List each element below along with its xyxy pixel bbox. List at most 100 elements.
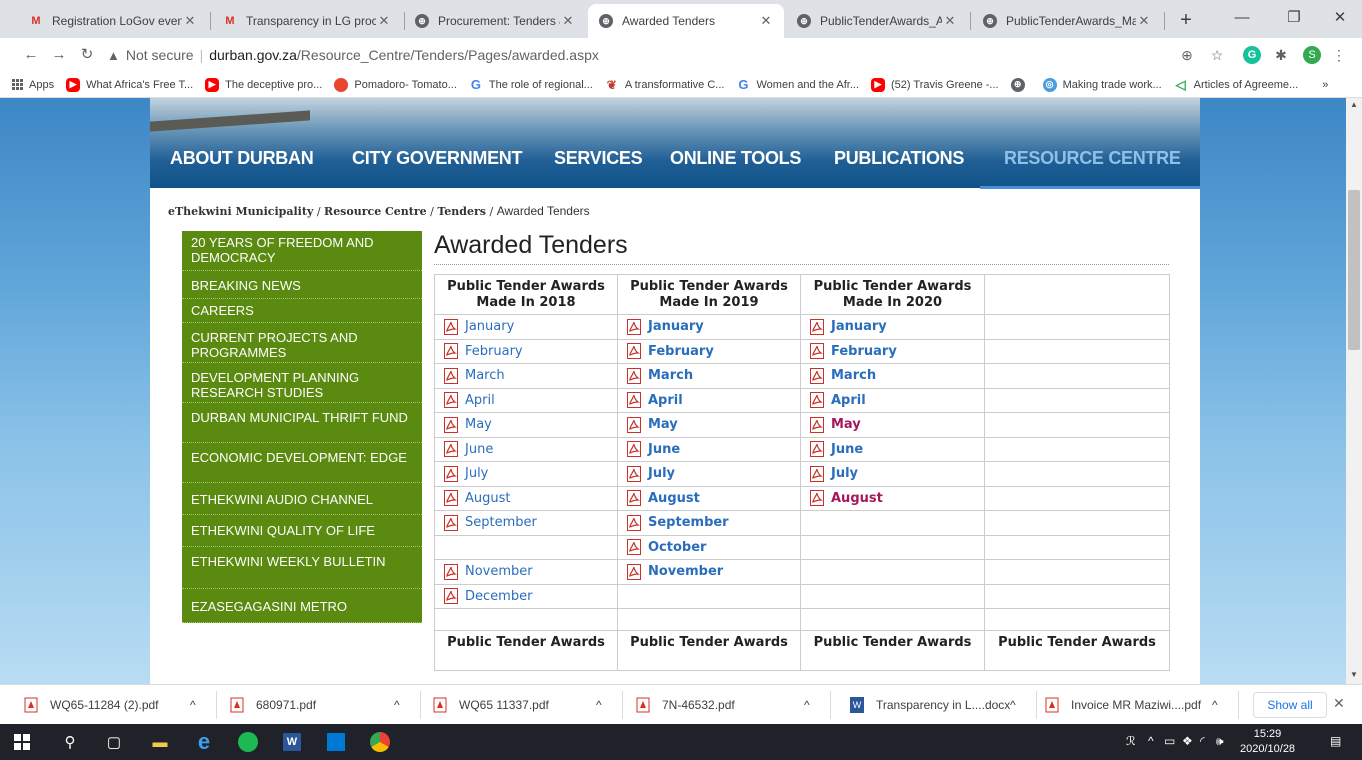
wifi-icon[interactable]: ◜	[1200, 734, 1205, 748]
internet-explorer-icon[interactable]: e	[192, 729, 216, 754]
pdf-month-link[interactable]: May	[809, 416, 976, 433]
close-tab-icon[interactable]: ✕	[758, 13, 774, 29]
pdf-month-link[interactable]: November	[626, 563, 792, 580]
bookmark-item[interactable]: G The role of regional...	[469, 77, 593, 92]
sidebar-item-careers[interactable]: CAREERS	[182, 299, 422, 323]
pdf-month-link[interactable]: April	[626, 392, 792, 409]
browser-tab-6[interactable]: ⊕ PublicTenderAwards_May202 ✕	[972, 4, 1162, 38]
breadcrumb-link[interactable]: Resource Centre	[324, 205, 427, 218]
pdf-month-link[interactable]: January	[443, 318, 609, 335]
browser-tab-2[interactable]: M Transparency in LG procurem ✕	[212, 4, 402, 38]
pdf-month-link[interactable]: June	[443, 441, 609, 458]
pdf-month-link[interactable]: April	[443, 392, 609, 409]
sidebar-item-quality-of-life[interactable]: ETHEKWINI QUALITY OF LIFE	[182, 515, 422, 547]
pdf-month-link[interactable]: May	[443, 416, 609, 433]
profile-avatar-icon[interactable]: S	[1303, 46, 1321, 64]
download-item[interactable]: Invoice MR Maziwi....pdf	[1045, 685, 1201, 725]
scroll-down-arrow-icon[interactable]: ▼	[1350, 670, 1358, 679]
extensions-puzzle-icon[interactable]: ✱	[1272, 46, 1290, 64]
system-clock[interactable]: 15:29 2020/10/28	[1240, 727, 1295, 757]
sidebar-item-development-planning[interactable]: DEVELOPMENT PLANNING RESEARCH STUDIES	[182, 363, 422, 403]
pdf-month-link[interactable]: August	[443, 490, 609, 507]
battery-icon[interactable]: ▭	[1164, 734, 1175, 748]
minimize-icon[interactable]: —	[1220, 4, 1264, 32]
zoom-icon[interactable]: ⊕	[1178, 46, 1196, 64]
windows-start-icon[interactable]	[10, 730, 34, 754]
sidebar-item-ezasegagasini[interactable]: EZASEGAGASINI METRO	[182, 589, 422, 623]
scrollbar-thumb[interactable]	[1348, 190, 1360, 350]
forward-arrow-icon[interactable]: →	[46, 42, 72, 68]
sidebar-item-weekly-bulletin[interactable]: ETHEKWINI WEEKLY BULLETIN	[182, 547, 422, 589]
pdf-month-link[interactable]: June	[809, 441, 976, 458]
bookmarks-overflow-button[interactable]: »	[1322, 79, 1328, 91]
browser-tab-active[interactable]: ⊕ Awarded Tenders ✕	[588, 4, 784, 38]
pdf-month-link[interactable]: March	[626, 367, 792, 384]
bookmark-item[interactable]: ◎ Making trade work...	[1042, 77, 1162, 92]
pdf-month-link[interactable]: August	[626, 490, 792, 507]
bookmark-item[interactable]: Pomadoro- Tomato...	[334, 77, 457, 92]
close-tab-icon[interactable]: ✕	[1136, 13, 1152, 29]
pdf-month-link[interactable]: April	[809, 392, 976, 409]
pdf-month-link[interactable]: September	[443, 514, 609, 531]
browser-tab-3[interactable]: ⊕ Procurement: Tenders & Req ✕	[404, 4, 586, 38]
pdf-month-link[interactable]: December	[443, 588, 609, 605]
download-options-chevron-icon[interactable]: ^	[1212, 685, 1218, 725]
pdf-month-link[interactable]: July	[809, 465, 976, 482]
pdf-month-link[interactable]: March	[809, 367, 976, 384]
bookmark-item[interactable]: ❦ A transformative C...	[605, 78, 725, 92]
chrome-icon[interactable]	[368, 730, 392, 754]
page-scrollbar[interactable]: ▲ ▼	[1346, 98, 1362, 684]
pdf-month-link[interactable]: February	[809, 343, 976, 360]
download-item[interactable]: 7N-46532.pdf	[636, 685, 735, 725]
word-icon[interactable]: W	[280, 730, 304, 754]
bookmark-item[interactable]: ▶ (52) Travis Greene -...	[871, 77, 999, 92]
download-options-chevron-icon[interactable]: ^	[394, 685, 400, 725]
close-tab-icon[interactable]: ✕	[560, 13, 576, 29]
pdf-month-link[interactable]: July	[443, 465, 609, 482]
breadcrumb-link[interactable]: Tenders	[437, 205, 486, 218]
nav-services[interactable]: SERVICES	[554, 148, 643, 169]
nav-about-durban[interactable]: ABOUT DURBAN	[170, 148, 314, 169]
nav-online-tools[interactable]: ONLINE TOOLS	[670, 148, 801, 169]
sidebar-item-breaking-news[interactable]: BREAKING NEWS	[182, 271, 422, 299]
file-explorer-icon[interactable]: ▬	[148, 730, 172, 754]
pdf-month-link[interactable]: October	[626, 539, 792, 556]
nav-city-government[interactable]: CITY GOVERNMENT	[352, 148, 522, 169]
pdf-month-link[interactable]: June	[626, 441, 792, 458]
reload-icon[interactable]: ↻	[74, 42, 100, 68]
download-options-chevron-icon[interactable]: ^	[1010, 685, 1016, 725]
close-tab-icon[interactable]: ✕	[376, 13, 392, 29]
close-tab-icon[interactable]: ✕	[942, 13, 958, 29]
bookmark-apps[interactable]: Apps	[12, 79, 54, 91]
download-options-chevron-icon[interactable]: ^	[596, 685, 602, 725]
bookmark-item[interactable]: ⊕	[1010, 77, 1031, 92]
sidebar-item-current-projects[interactable]: CURRENT PROJECTS AND PROGRAMMES	[182, 323, 422, 363]
show-all-downloads-button[interactable]: Show all	[1253, 692, 1327, 718]
pdf-month-link[interactable]: November	[443, 563, 609, 580]
download-item[interactable]: WQ65 11337.pdf	[433, 685, 549, 725]
close-tab-icon[interactable]: ✕	[182, 13, 198, 29]
browser-tab-1[interactable]: M Registration LoGov events - ✕	[18, 4, 208, 38]
new-tab-button[interactable]: +	[1173, 8, 1199, 34]
notifications-icon[interactable]: ▤	[1330, 734, 1341, 748]
pdf-month-link[interactable]: January	[626, 318, 792, 335]
bookmark-item[interactable]: ◁ Articles of Agreeme...	[1174, 77, 1299, 92]
pdf-month-link[interactable]: July	[626, 465, 792, 482]
pdf-month-link[interactable]: August	[809, 490, 976, 507]
sidebar-item-20-years[interactable]: 20 YEARS OF FREEDOM AND DEMOCRACY	[182, 231, 422, 271]
search-icon[interactable]: ⚲	[58, 730, 82, 754]
sidebar-item-economic-development[interactable]: ECONOMIC DEVELOPMENT: EDGE	[182, 443, 422, 483]
spotify-icon[interactable]	[236, 730, 260, 754]
grammarly-extension-icon[interactable]: G	[1243, 46, 1261, 64]
dropbox-icon[interactable]: ❖	[1182, 734, 1193, 748]
pdf-month-link[interactable]: May	[626, 416, 792, 433]
sidebar-item-audio-channel[interactable]: ETHEKWINI AUDIO CHANNEL	[182, 483, 422, 515]
bookmark-item[interactable]: G Women and the Afr...	[736, 77, 859, 92]
task-view-icon[interactable]: ▢	[102, 730, 126, 754]
pdf-month-link[interactable]: February	[443, 343, 609, 360]
download-options-chevron-icon[interactable]: ^	[190, 685, 196, 725]
pdf-month-link[interactable]: January	[809, 318, 976, 335]
download-options-chevron-icon[interactable]: ^	[804, 685, 810, 725]
pdf-month-link[interactable]: September	[626, 514, 792, 531]
pdf-month-link[interactable]: February	[626, 343, 792, 360]
